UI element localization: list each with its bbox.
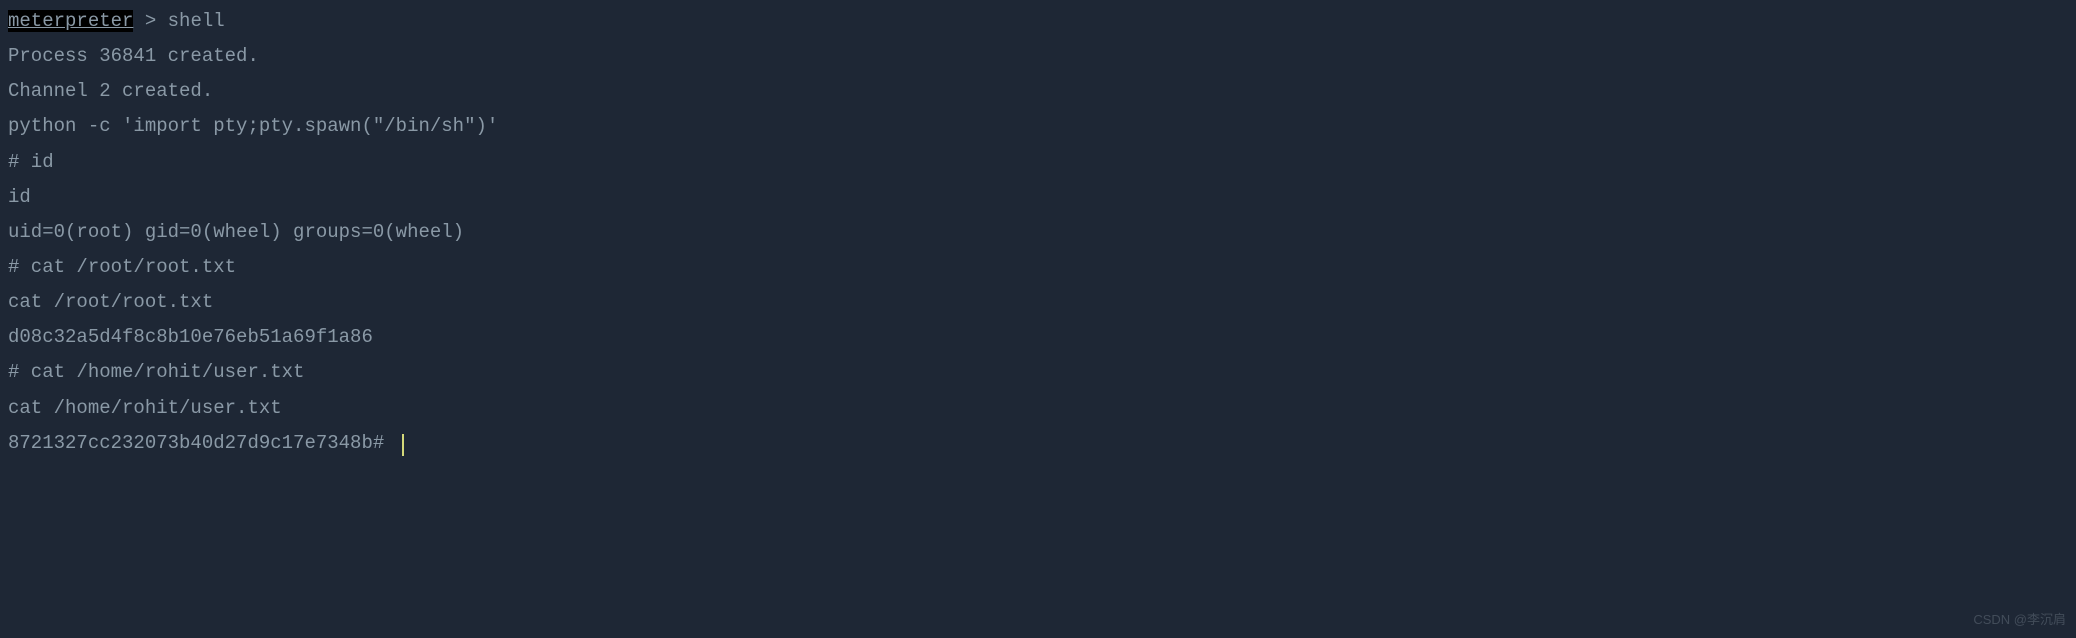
prompt-line: meterpreter > shell: [8, 4, 2068, 39]
prompt-separator: >: [133, 10, 167, 32]
output-line: Process 36841 created.: [8, 39, 2068, 74]
output-line: # cat /root/root.txt: [8, 250, 2068, 285]
cursor-icon: [402, 434, 404, 456]
output-line: d08c32a5d4f8c8b10e76eb51a69f1a86: [8, 320, 2068, 355]
output-line: cat /home/rohit/user.txt: [8, 391, 2068, 426]
output-line: python -c 'import pty;pty.spawn("/bin/sh…: [8, 109, 2068, 144]
output-line: id: [8, 180, 2068, 215]
final-output: 8721327cc232073b40d27d9c17e7348b#: [8, 432, 396, 454]
meterpreter-prompt: meterpreter: [8, 10, 133, 32]
watermark-text: CSDN @李沉肩: [1973, 608, 2066, 632]
output-line: uid=0(root) gid=0(wheel) groups=0(wheel): [8, 215, 2068, 250]
output-line: # cat /home/rohit/user.txt: [8, 355, 2068, 390]
output-line: Channel 2 created.: [8, 74, 2068, 109]
output-line: 8721327cc232073b40d27d9c17e7348b#: [8, 426, 2068, 461]
shell-command: shell: [168, 10, 225, 32]
terminal-output[interactable]: meterpreter > shell Process 36841 create…: [8, 4, 2068, 461]
output-line: cat /root/root.txt: [8, 285, 2068, 320]
output-line: # id: [8, 145, 2068, 180]
